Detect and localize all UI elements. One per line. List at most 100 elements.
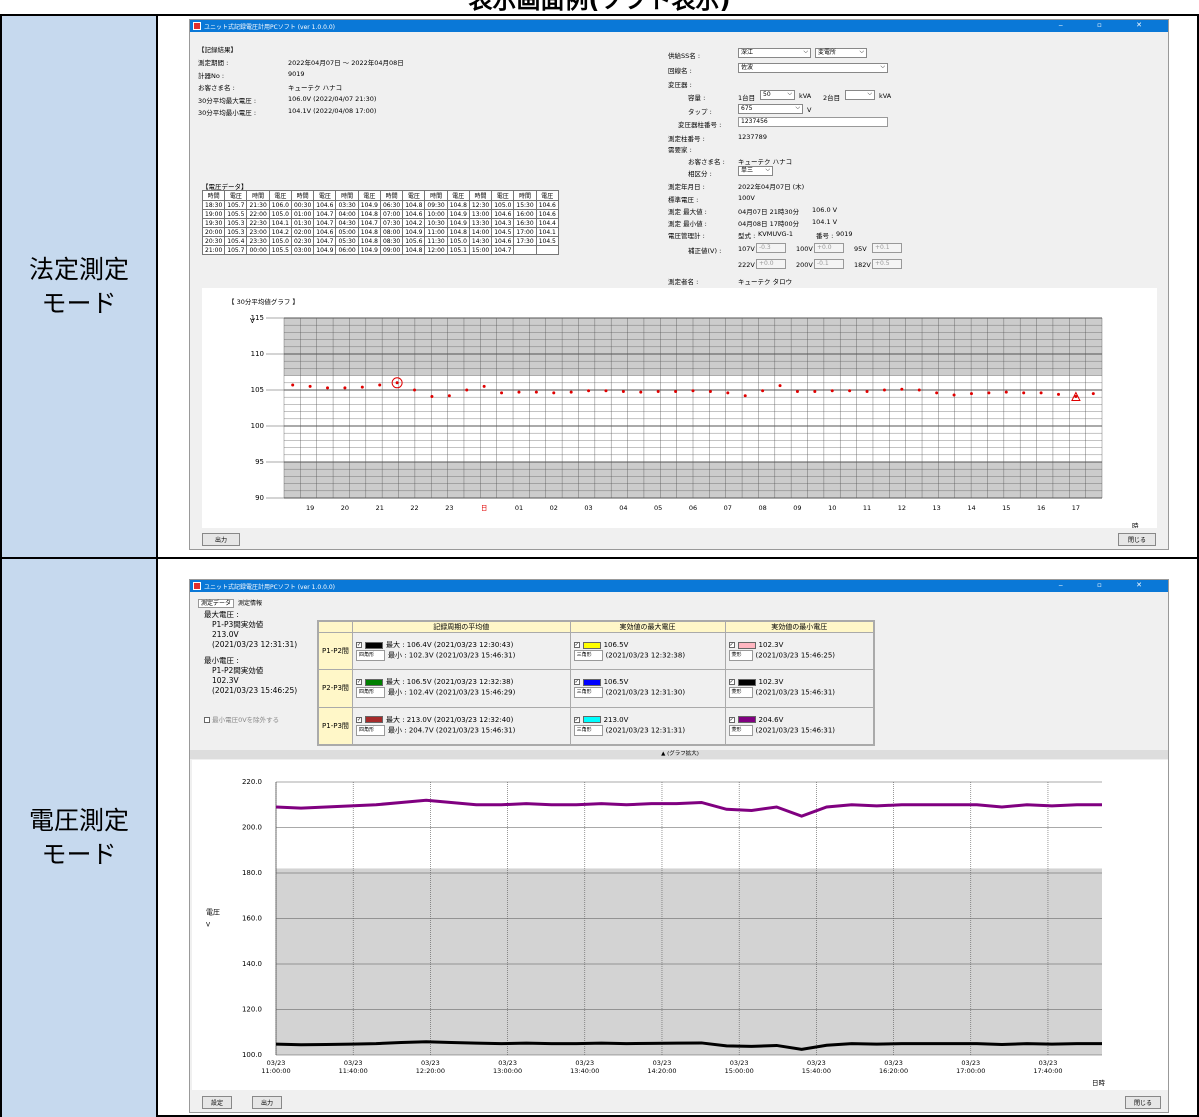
correction-input[interactable]: -0.1	[814, 259, 844, 269]
tab-measure-data[interactable]: 測定データ	[198, 599, 235, 608]
table-cell: 14:00	[468, 227, 493, 237]
y-tick-label: 140.0	[242, 960, 262, 968]
marker-select[interactable]: 菱形	[728, 687, 753, 699]
color-swatch[interactable]	[737, 716, 756, 724]
info-label: 30分平均最小電圧 :	[198, 109, 257, 117]
x-tick-label: 03/23	[807, 1059, 826, 1067]
info-label: お客さま名 :	[198, 84, 235, 92]
marker-select[interactable]: 三角形	[573, 687, 603, 699]
table-cell: 105.0	[446, 236, 470, 246]
close-button[interactable]: 閉じる	[1125, 1096, 1161, 1109]
column-header: 電圧	[402, 190, 426, 201]
column-header: 時間	[513, 190, 537, 201]
table-cell: 13:00	[468, 209, 493, 219]
exclude-zero-checkbox[interactable]: 最小電圧0Vを除外する	[204, 714, 279, 724]
x-tick-label: 15	[1002, 504, 1010, 512]
color-swatch[interactable]	[582, 716, 601, 724]
series-checkbox[interactable]: ✓	[356, 642, 362, 649]
series-row: P1-P2間 ✓ 最大 : 106.4V (2021/03/23 12:30:43)…	[318, 631, 875, 671]
phase-select[interactable]: 単三	[738, 166, 773, 176]
x-tick-label: 13:00:00	[493, 1067, 522, 1075]
ss-select[interactable]: 深江	[738, 48, 811, 58]
pole-input[interactable]: 1237456	[738, 117, 888, 127]
info-value: 9019	[288, 69, 305, 78]
color-swatch[interactable]	[582, 641, 601, 649]
data-point	[291, 383, 295, 387]
data-point	[447, 394, 451, 398]
capacity2-select[interactable]	[845, 90, 875, 100]
table-cell: 07:00	[379, 209, 404, 219]
tap-select[interactable]: 675	[738, 104, 803, 114]
x-tick-label: 03/23	[575, 1059, 594, 1067]
data-point	[830, 389, 834, 393]
color-swatch[interactable]	[737, 678, 756, 686]
series-line	[275, 798, 1102, 818]
color-swatch[interactable]	[365, 678, 383, 686]
expand-graph-bar[interactable]: ▲ (グラフ拡大)	[190, 750, 1168, 759]
table-cell: 15:30	[513, 200, 537, 210]
tab-measure-info[interactable]: 測定情報	[236, 600, 264, 607]
series-checkbox[interactable]: ✓	[728, 679, 735, 686]
table-cell: 104.2	[268, 227, 292, 237]
correction-input[interactable]: +0.5	[872, 259, 902, 269]
correction-input[interactable]: +0.0	[814, 243, 844, 253]
table-cell: 104.7	[357, 218, 381, 228]
marker-select[interactable]: 三角形	[573, 650, 603, 662]
y-tick-label: 200.0	[242, 824, 262, 832]
capacity1-select[interactable]: 50	[760, 90, 795, 100]
data-point	[656, 389, 660, 393]
color-swatch[interactable]	[365, 641, 383, 649]
max-cell: ✓ 106.5V 三角形 (2021/03/23 12:31:30)	[569, 669, 726, 708]
legal-mode-window: ユニット式記録電圧計用PCソフト (ver 1.0.0.0) ‒ ▫ ✕ 【記録…	[189, 19, 1169, 550]
x-tick-label: 22	[410, 504, 418, 512]
correction-input[interactable]: -0.3	[756, 243, 786, 253]
y-tick-label: 110	[251, 350, 264, 358]
series-checkbox[interactable]: ✓	[573, 642, 580, 649]
color-swatch[interactable]	[365, 716, 383, 724]
window-titlebar: ユニット式記録電圧計用PCソフト (ver 1.0.0.0) ‒ ▫ ✕	[190, 20, 1168, 32]
data-point	[500, 391, 504, 395]
table-cell: 105.5	[224, 209, 248, 219]
min-cell: ✓ 102.3V 菱形 (2021/03/23 15:46:25)	[724, 631, 875, 671]
window-controls[interactable]: ‒ ▫ ✕	[1058, 21, 1158, 29]
series-checkbox[interactable]: ✓	[728, 642, 735, 649]
marker-select[interactable]: 菱形	[728, 650, 753, 662]
info-value: 2022年04月07日 〜 2022年04月08日	[288, 59, 404, 67]
max-cell: ✓ 106.5V 三角形 (2021/03/23 12:32:38)	[569, 631, 726, 671]
color-swatch[interactable]	[737, 641, 756, 649]
series-checkbox[interactable]: ✓	[356, 679, 362, 686]
marker-select[interactable]: 四角形	[356, 724, 386, 736]
line-select[interactable]: 佐波	[738, 63, 888, 73]
table-cell: 06:30	[379, 200, 404, 210]
settings-button[interactable]: 設定	[202, 1096, 232, 1109]
x-axis-label: 時	[1132, 522, 1139, 528]
series-checkbox[interactable]: ✓	[356, 716, 362, 723]
output-button[interactable]: 出力	[252, 1096, 282, 1109]
data-point	[761, 389, 765, 393]
table-cell: 104.6	[313, 227, 337, 237]
window-controls[interactable]: ‒ ▫ ✕	[1058, 581, 1158, 589]
correction-input[interactable]: +0.1	[872, 243, 902, 253]
marker-select[interactable]: 菱形	[728, 724, 753, 736]
series-checkbox[interactable]: ✓	[573, 716, 580, 723]
marker-select[interactable]: 四角形	[356, 687, 386, 699]
color-swatch[interactable]	[582, 678, 601, 686]
close-button[interactable]: 閉じる	[1118, 533, 1156, 546]
data-point	[917, 388, 921, 392]
series-checkbox[interactable]: ✓	[728, 716, 735, 723]
ss-type-select[interactable]: 変電所	[815, 48, 867, 58]
x-tick-label: 17	[1072, 504, 1080, 512]
series-checkbox[interactable]: ✓	[573, 679, 580, 686]
correction-label: 100V	[796, 245, 813, 253]
marker-select[interactable]: 四角形	[356, 650, 386, 662]
x-tick-label: 23	[445, 504, 453, 512]
data-point	[969, 392, 973, 396]
marker-select[interactable]: 三角形	[573, 724, 603, 736]
x-tick-label: 17:00:00	[956, 1067, 985, 1075]
column-header: 電圧	[268, 190, 292, 201]
data-point	[360, 385, 364, 389]
correction-input[interactable]: +0.0	[756, 259, 786, 269]
table-cell: 104.6	[491, 209, 515, 219]
output-button[interactable]: 出力	[202, 533, 240, 546]
table-cell: 06:00	[335, 245, 359, 255]
